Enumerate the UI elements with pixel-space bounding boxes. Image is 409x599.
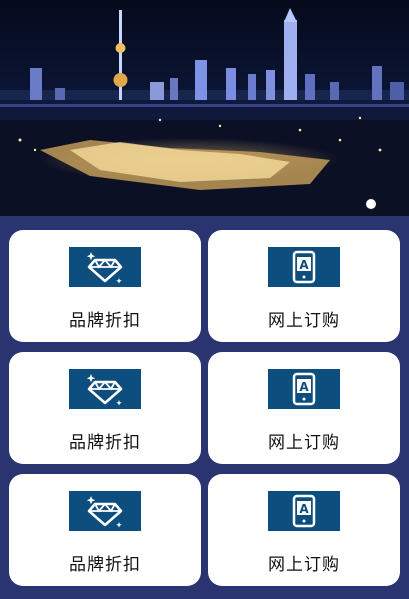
card-label: 网上订购 — [268, 311, 340, 331]
skyline-illustration — [0, 8, 409, 216]
tablet-a-icon: A — [268, 247, 340, 287]
diamond-icon — [69, 369, 141, 409]
tablet-a-icon: A — [268, 369, 340, 409]
svg-text:A: A — [299, 380, 309, 394]
diamond-icon — [69, 491, 141, 531]
card-label: 网上订购 — [268, 555, 340, 575]
card-brand-discount[interactable]: 品牌折扣 — [9, 474, 201, 586]
card-online-order[interactable]: A 网上订购 — [208, 230, 400, 342]
card-online-order[interactable]: A 网上订购 — [208, 474, 400, 586]
diamond-icon — [69, 247, 141, 287]
card-label: 品牌折扣 — [69, 311, 141, 331]
banner-image[interactable] — [0, 0, 409, 216]
svg-text:A: A — [299, 502, 309, 516]
card-label: 品牌折扣 — [69, 555, 141, 575]
card-label: 品牌折扣 — [69, 433, 141, 453]
card-online-order[interactable]: A 网上订购 — [208, 352, 400, 464]
tablet-a-icon: A — [268, 491, 340, 531]
card-label: 网上订购 — [268, 433, 340, 453]
feature-grid: 品牌折扣 A 网上订购 品牌折扣 A 网上订购 品牌折扣 A 网上订购 — [0, 216, 409, 599]
card-brand-discount[interactable]: 品牌折扣 — [9, 352, 201, 464]
carousel-indicator-dot[interactable] — [366, 199, 376, 209]
card-brand-discount[interactable]: 品牌折扣 — [9, 230, 201, 342]
svg-text:A: A — [299, 258, 309, 272]
